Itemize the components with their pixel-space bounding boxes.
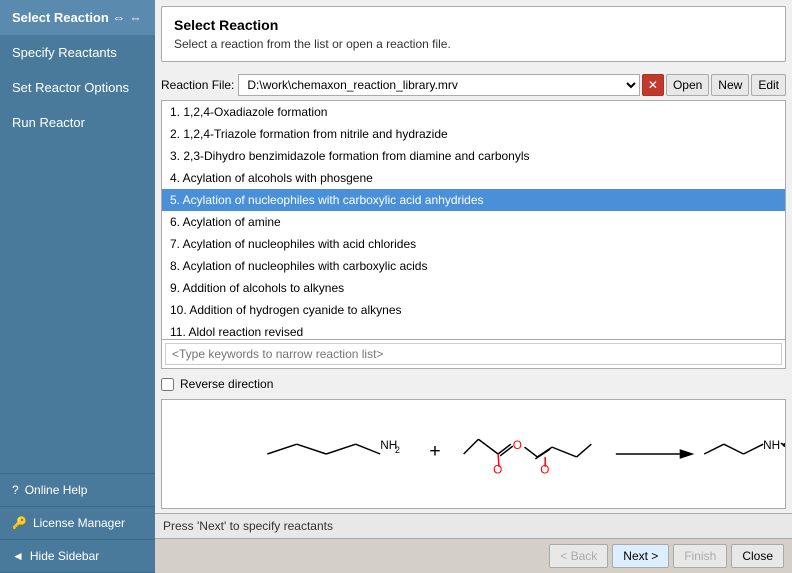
reaction-list[interactable]: 1. 1,2,4-Oxadiazole formation2. 1,2,4-Tr…	[162, 101, 785, 339]
search-box	[162, 339, 785, 368]
reaction-list-item[interactable]: 4. Acylation of alcohols with phosgene	[162, 167, 785, 189]
svg-text:+: +	[429, 440, 440, 462]
reaction-preview: NH 2 + O O	[161, 399, 786, 509]
status-text: Press 'Next' to specify reactants	[163, 519, 333, 533]
sidebar-item-set-reactor-options[interactable]: Set Reactor Options	[0, 70, 155, 105]
reaction-file-select[interactable]: D:\work\chemaxon_reaction_library.mrv	[238, 74, 640, 96]
key-icon: 🔑	[12, 516, 27, 530]
sidebar: Select Reaction ⇔ Specify Reactants Set …	[0, 0, 155, 573]
reaction-list-item[interactable]: 10. Addition of hydrogen cyanide to alky…	[162, 299, 785, 321]
content-area: Select Reaction Select a reaction from t…	[155, 0, 792, 573]
back-button[interactable]: < Back	[549, 544, 608, 568]
sidebar-item-specify-reactants[interactable]: Specify Reactants	[0, 35, 155, 70]
panel-description: Select a reaction from the list or open …	[174, 37, 773, 51]
reaction-file-input-wrap: D:\work\chemaxon_reaction_library.mrv ✕ …	[238, 74, 786, 96]
finish-button[interactable]: Finish	[673, 544, 727, 568]
sidebar-item-run-reactor[interactable]: Run Reactor	[0, 105, 155, 140]
reaction-list-item[interactable]: 8. Acylation of nucleophiles with carbox…	[162, 255, 785, 277]
reverse-direction-checkbox[interactable]	[161, 378, 174, 391]
main-container: Select Reaction ⇔ Specify Reactants Set …	[0, 0, 792, 573]
svg-text:2: 2	[395, 445, 400, 455]
search-input[interactable]	[165, 343, 782, 365]
reaction-list-item[interactable]: 2. 1,2,4-Triazole formation from nitrile…	[162, 123, 785, 145]
reaction-list-item[interactable]: 3. 2,3-Dihydro benzimidazole formation f…	[162, 145, 785, 167]
license-manager-button[interactable]: 🔑 License Manager	[0, 507, 155, 540]
reaction-list-item[interactable]: 9. Addition of alcohols to alkynes	[162, 277, 785, 299]
help-icon: ?	[12, 483, 19, 497]
open-button[interactable]: Open	[666, 74, 709, 96]
reverse-direction-row: Reverse direction	[161, 377, 786, 391]
bottom-bar: < Back Next > Finish Close	[155, 538, 792, 573]
top-panel: Select Reaction Select a reaction from t…	[161, 6, 786, 62]
svg-text:O: O	[493, 464, 502, 477]
reaction-list-item[interactable]: 5. Acylation of nucleophiles with carbox…	[162, 189, 785, 211]
reaction-list-item[interactable]: 1. 1,2,4-Oxadiazole formation	[162, 101, 785, 123]
svg-text:O: O	[513, 439, 522, 452]
reaction-list-item[interactable]: 6. Acylation of amine	[162, 211, 785, 233]
hide-sidebar-button[interactable]: ◄ Hide Sidebar	[0, 540, 155, 573]
svg-text:NH: NH	[763, 439, 780, 452]
online-help-button[interactable]: ? Online Help	[0, 474, 155, 507]
panel-title: Select Reaction	[174, 17, 773, 33]
reaction-file-label: Reaction File:	[161, 78, 234, 92]
next-button[interactable]: Next >	[612, 544, 669, 568]
new-button[interactable]: New	[711, 74, 749, 96]
clear-button[interactable]: ✕	[642, 74, 664, 96]
status-bar: Press 'Next' to specify reactants	[155, 513, 792, 538]
sidebar-item-select-reaction[interactable]: Select Reaction ⇔	[0, 0, 155, 35]
sidebar-bottom: ? Online Help 🔑 License Manager ◄ Hide S…	[0, 473, 155, 573]
reverse-direction-label[interactable]: Reverse direction	[180, 377, 273, 391]
reaction-list-item[interactable]: 7. Acylation of nucleophiles with acid c…	[162, 233, 785, 255]
reaction-list-area: 1. 1,2,4-Oxadiazole formation2. 1,2,4-Tr…	[161, 100, 786, 369]
arrow-icon: ◄	[12, 549, 24, 563]
reaction-file-row: Reaction File: D:\work\chemaxon_reaction…	[161, 74, 786, 96]
edit-button[interactable]: Edit	[751, 74, 786, 96]
close-button[interactable]: Close	[731, 544, 784, 568]
reaction-list-item[interactable]: 11. Aldol reaction revised	[162, 321, 785, 339]
